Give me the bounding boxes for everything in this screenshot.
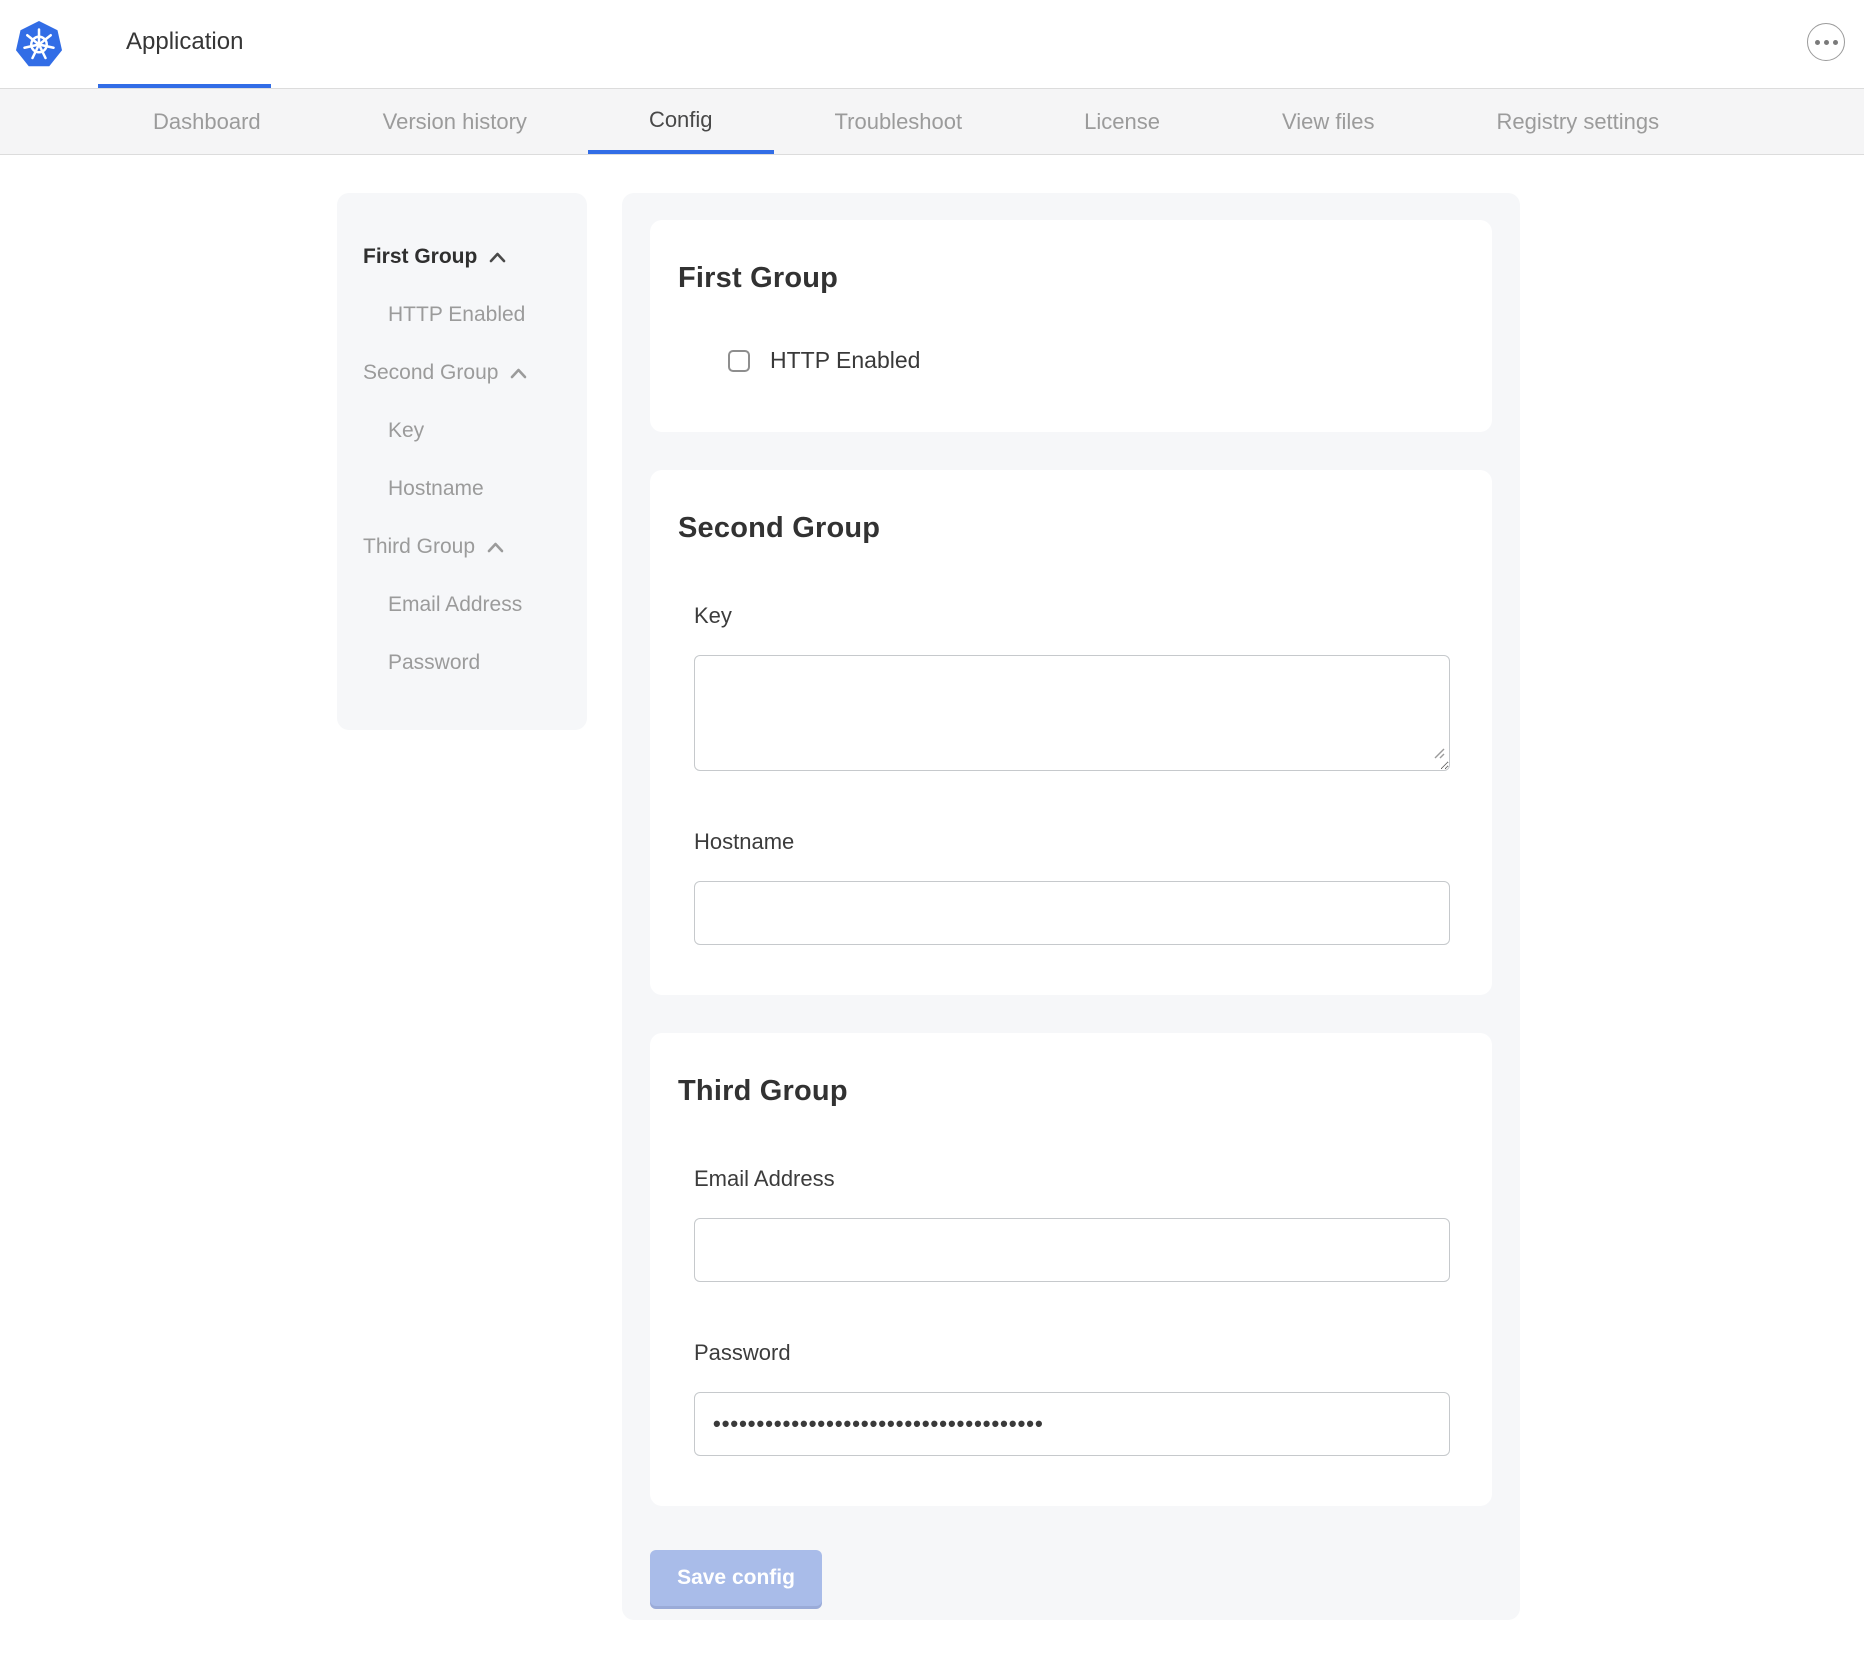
checkbox-label: HTTP Enabled — [770, 347, 920, 374]
save-config-button[interactable]: Save config — [650, 1550, 822, 1606]
sidebar-item-label: Password — [388, 651, 480, 675]
chevron-up-icon — [510, 368, 527, 379]
chevron-up-icon — [489, 252, 506, 263]
kubernetes-logo-icon — [14, 19, 64, 69]
field-label: Hostname — [694, 829, 1464, 855]
password-field: Password — [694, 1340, 1464, 1456]
config-panel: First Group HTTP Enabled Second Group Ke… — [622, 193, 1520, 1620]
sidebar-item-password[interactable]: Password — [363, 634, 561, 692]
sidebar-item-hostname[interactable]: Hostname — [363, 460, 561, 518]
config-sidebar: First Group HTTP Enabled Second Group Ke… — [337, 193, 587, 730]
config-group-card-third: Third Group Email Address Password — [650, 1033, 1492, 1506]
field-label: Key — [694, 603, 1464, 629]
hostname-field: Hostname — [694, 829, 1464, 945]
top-bar: Application — [0, 0, 1864, 88]
http-enabled-field[interactable]: HTTP Enabled — [728, 347, 920, 374]
email-address-input[interactable] — [694, 1218, 1450, 1282]
sidebar-item-key[interactable]: Key — [363, 402, 561, 460]
application-tab-label: Application — [126, 28, 243, 56]
tab-license[interactable]: License — [1023, 89, 1221, 154]
application-tab[interactable]: Application — [98, 0, 271, 88]
key-textarea[interactable] — [694, 655, 1450, 771]
group-title: Second Group — [678, 512, 1464, 545]
sidebar-item-http-enabled[interactable]: HTTP Enabled — [363, 286, 561, 344]
sidebar-group-label: First Group — [363, 245, 477, 269]
sidebar-group-first-group[interactable]: First Group — [363, 228, 561, 286]
config-group-card-first: First Group HTTP Enabled — [650, 220, 1492, 432]
group-title: First Group — [678, 262, 1464, 295]
ellipsis-icon — [1833, 40, 1838, 45]
tab-troubleshoot[interactable]: Troubleshoot — [774, 89, 1024, 154]
ellipsis-menu-button[interactable] — [1807, 23, 1845, 61]
ellipsis-icon — [1824, 40, 1829, 45]
field-label: Password — [694, 1340, 1464, 1366]
email-address-field: Email Address — [694, 1166, 1464, 1282]
sidebar-group-second-group[interactable]: Second Group — [363, 344, 561, 402]
chevron-up-icon — [487, 542, 504, 553]
sidebar-item-label: Hostname — [388, 477, 484, 501]
sidebar-group-label: Third Group — [363, 535, 475, 559]
hostname-input[interactable] — [694, 881, 1450, 945]
password-input[interactable] — [694, 1392, 1450, 1456]
sidebar-item-label: HTTP Enabled — [388, 303, 525, 327]
tab-config[interactable]: Config — [588, 89, 774, 154]
key-field: Key — [694, 603, 1464, 771]
group-title: Third Group — [678, 1075, 1464, 1108]
tab-registry-settings[interactable]: Registry settings — [1436, 89, 1721, 154]
field-label: Email Address — [694, 1166, 1464, 1192]
tab-version-history[interactable]: Version history — [322, 89, 588, 154]
sidebar-item-label: Key — [388, 419, 424, 443]
config-group-card-second: Second Group Key Hostname — [650, 470, 1492, 995]
tab-dashboard[interactable]: Dashboard — [92, 89, 322, 154]
sidebar-item-email-address[interactable]: Email Address — [363, 576, 561, 634]
tab-view-files[interactable]: View files — [1221, 89, 1436, 154]
app-nav-bar: Dashboard Version history Config Trouble… — [0, 88, 1864, 155]
http-enabled-checkbox[interactable] — [728, 350, 750, 372]
ellipsis-icon — [1815, 40, 1820, 45]
sidebar-item-label: Email Address — [388, 593, 522, 617]
sidebar-group-label: Second Group — [363, 361, 498, 385]
sidebar-group-third-group[interactable]: Third Group — [363, 518, 561, 576]
